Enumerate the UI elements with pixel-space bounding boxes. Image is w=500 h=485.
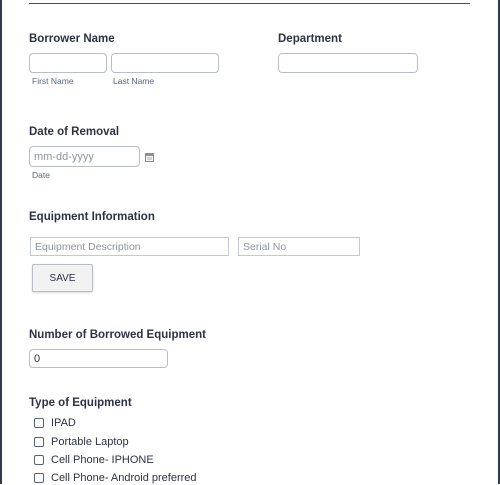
date-sublabel: Date xyxy=(32,170,50,180)
equipment-option-cell-phone-iphone[interactable]: Cell Phone- IPHONE xyxy=(34,453,154,467)
date-of-removal-label: Date of Removal xyxy=(29,126,120,138)
equipment-information-label: Equipment Information xyxy=(29,211,155,223)
form-frame-left-border xyxy=(0,0,2,484)
borrowed-equipment-count-label: Number of Borrowed Equipment xyxy=(29,329,206,341)
department-input[interactable] xyxy=(278,53,418,73)
borrowed-equipment-count-input[interactable] xyxy=(29,349,168,368)
option-label: Cell Phone- IPHONE xyxy=(51,454,154,466)
type-of-equipment-label: Type of Equipment xyxy=(29,397,132,409)
option-label: IPAD xyxy=(51,417,76,429)
equipment-option-ipad[interactable]: IPAD xyxy=(34,416,76,430)
removal-date-input[interactable] xyxy=(29,146,140,167)
last-name-input[interactable] xyxy=(111,53,219,73)
equipment-description-input[interactable] xyxy=(30,237,229,256)
save-button[interactable]: SAVE xyxy=(32,264,93,292)
department-label: Department xyxy=(278,33,342,45)
borrower-name-label: Borrower Name xyxy=(29,33,115,45)
serial-number-input[interactable] xyxy=(238,237,360,256)
checkbox-portable-laptop[interactable] xyxy=(34,437,44,447)
checkbox-ipad[interactable] xyxy=(34,418,44,428)
checkbox-cell-phone-android[interactable] xyxy=(34,473,44,483)
calendar-icon[interactable] xyxy=(145,153,154,162)
checkbox-cell-phone-iphone[interactable] xyxy=(34,455,44,465)
first-name-sublabel: First Name xyxy=(32,76,74,86)
option-label: Cell Phone- Android preferred xyxy=(51,472,197,484)
option-label: Portable Laptop xyxy=(51,436,129,448)
first-name-input[interactable] xyxy=(29,53,107,73)
equipment-option-portable-laptop[interactable]: Portable Laptop xyxy=(34,435,129,449)
section-divider xyxy=(29,3,470,4)
last-name-sublabel: Last Name xyxy=(113,76,155,86)
equipment-option-cell-phone-android[interactable]: Cell Phone- Android preferred xyxy=(34,471,197,485)
